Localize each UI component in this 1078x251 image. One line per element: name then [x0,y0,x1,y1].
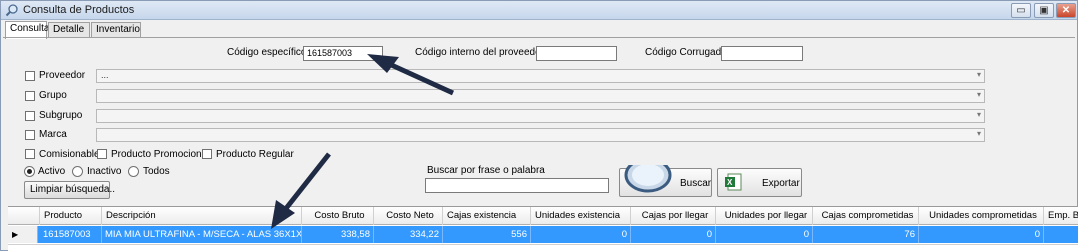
todos-label: Todos [143,166,170,177]
marca-label: Marca [39,129,67,140]
tab-detalle[interactable]: Detalle [48,22,90,38]
cell-unidades-comprometidas[interactable]: 0 [919,226,1044,243]
buscar-button-label: Buscar [680,178,712,189]
marca-checkbox[interactable] [25,130,35,140]
limpiar-busqueda-button[interactable]: Limpiar búsqueda.. [24,181,115,199]
header-costo-bruto[interactable]: Costo Bruto [302,207,374,225]
search-magnifier-icon [622,157,674,200]
buscar-frase-label: Buscar por frase o palabra [427,165,545,176]
producto-regular-label: Producto Regular [216,149,294,160]
proveedor-combo-value: ... [101,70,109,80]
table-row[interactable]: 161587003 MIA MIA ULTRAFINA - M/SECA - A… [8,226,1078,243]
chevron-down-icon: ▾ [976,129,981,138]
subgrupo-combo[interactable]: ▾ [96,109,985,123]
magnifier-icon [5,3,19,17]
codigo-interno-label: Código interno del proveedor: [415,47,547,58]
producto-promocional-label: Producto Promocional [111,149,210,160]
tab-content-border [3,37,1075,38]
header-row-selector [8,207,40,225]
cell-unidades-por-llegar[interactable]: 0 [716,226,813,243]
proveedor-label: Proveedor [39,70,86,81]
header-cajas-existencia[interactable]: Cajas existencia [443,207,531,225]
codigo-interno-input[interactable] [536,46,617,61]
header-costo-neto[interactable]: Costo Neto [374,207,443,225]
results-grid: Producto Descripción Costo Bruto Costo N… [8,206,1078,244]
activo-label: Activo [38,166,66,177]
codigo-especifico-label: Código específico: [227,47,310,58]
window-title: Consulta de Productos [23,4,135,16]
cell-descripcion[interactable]: MIA MIA ULTRAFINA - M/SECA - ALAS 36X1X1… [102,226,302,243]
header-unidades-comprometidas[interactable]: Unidades comprometidas [919,207,1044,225]
cell-emp-ba[interactable] [1044,226,1078,243]
cell-costo-bruto[interactable]: 338,58 [302,226,374,243]
chevron-down-icon: ▾ [976,110,981,119]
header-descripcion[interactable]: Descripción [102,207,302,225]
header-cajas-comprometidas[interactable]: Cajas comprometidas [813,207,919,225]
cell-costo-neto[interactable]: 334,22 [374,226,443,243]
cell-cajas-existencia[interactable]: 556 [443,226,531,243]
header-cajas-por-llegar[interactable]: Cajas por llegar [631,207,716,225]
grupo-checkbox[interactable] [25,91,35,101]
title-bar: Consulta de Productos ▭ ▣ ✕ [1,1,1077,20]
excel-icon: X [724,173,742,194]
subgrupo-checkbox[interactable] [25,111,35,121]
restore-button[interactable]: ▣ [1034,3,1054,18]
chevron-down-icon: ▾ [976,90,981,99]
comisionables-checkbox[interactable] [25,149,35,159]
comisionables-label: Comisionables [39,149,105,160]
exportar-button-label: Exportar [762,178,800,189]
codigo-especifico-input[interactable]: 161587003 [303,46,383,61]
svg-text:X: X [727,178,733,187]
minimize-button[interactable]: ▭ [1011,3,1031,18]
producto-promocional-checkbox[interactable] [97,149,107,159]
header-producto[interactable]: Producto [40,207,102,225]
proveedor-checkbox[interactable] [25,71,35,81]
inactivo-label: Inactivo [87,166,122,177]
row-selector-arrow-icon[interactable]: ▶ [8,226,38,243]
cell-cajas-por-llegar[interactable]: 0 [631,226,716,243]
cell-producto[interactable]: 161587003 [40,226,102,243]
buscar-frase-input[interactable] [425,178,609,193]
cell-cajas-comprometidas[interactable]: 76 [813,226,919,243]
cell-unidades-existencia[interactable]: 0 [531,226,631,243]
proveedor-combo[interactable]: ... ▾ [96,69,985,83]
grupo-combo[interactable]: ▾ [96,89,985,103]
buscar-button[interactable]: Buscar [619,157,712,200]
inactivo-radio[interactable] [72,166,83,177]
codigo-corrugado-input[interactable] [721,46,803,61]
consulta-productos-window: Consulta de Productos ▭ ▣ ✕ Consulta Det… [0,0,1078,251]
close-button[interactable]: ✕ [1056,3,1076,18]
grid-empty-area [8,244,1078,251]
codigo-corrugado-label: Código Corrugado: [645,47,730,58]
exportar-button[interactable]: X Exportar [717,168,802,197]
producto-regular-checkbox[interactable] [202,149,212,159]
tab-inventario[interactable]: Inventario [91,22,141,38]
grupo-label: Grupo [39,90,67,101]
subgrupo-label: Subgrupo [39,110,83,121]
header-unidades-existencia[interactable]: Unidades existencia [531,207,631,225]
grid-header: Producto Descripción Costo Bruto Costo N… [8,207,1078,225]
header-emp-ba[interactable]: Emp. Ba [1044,207,1078,225]
header-unidades-por-llegar[interactable]: Unidades por llegar [716,207,813,225]
marca-combo[interactable]: ▾ [96,128,985,142]
chevron-down-icon: ▾ [976,70,981,79]
todos-radio[interactable] [128,166,139,177]
activo-radio[interactable] [24,166,35,177]
